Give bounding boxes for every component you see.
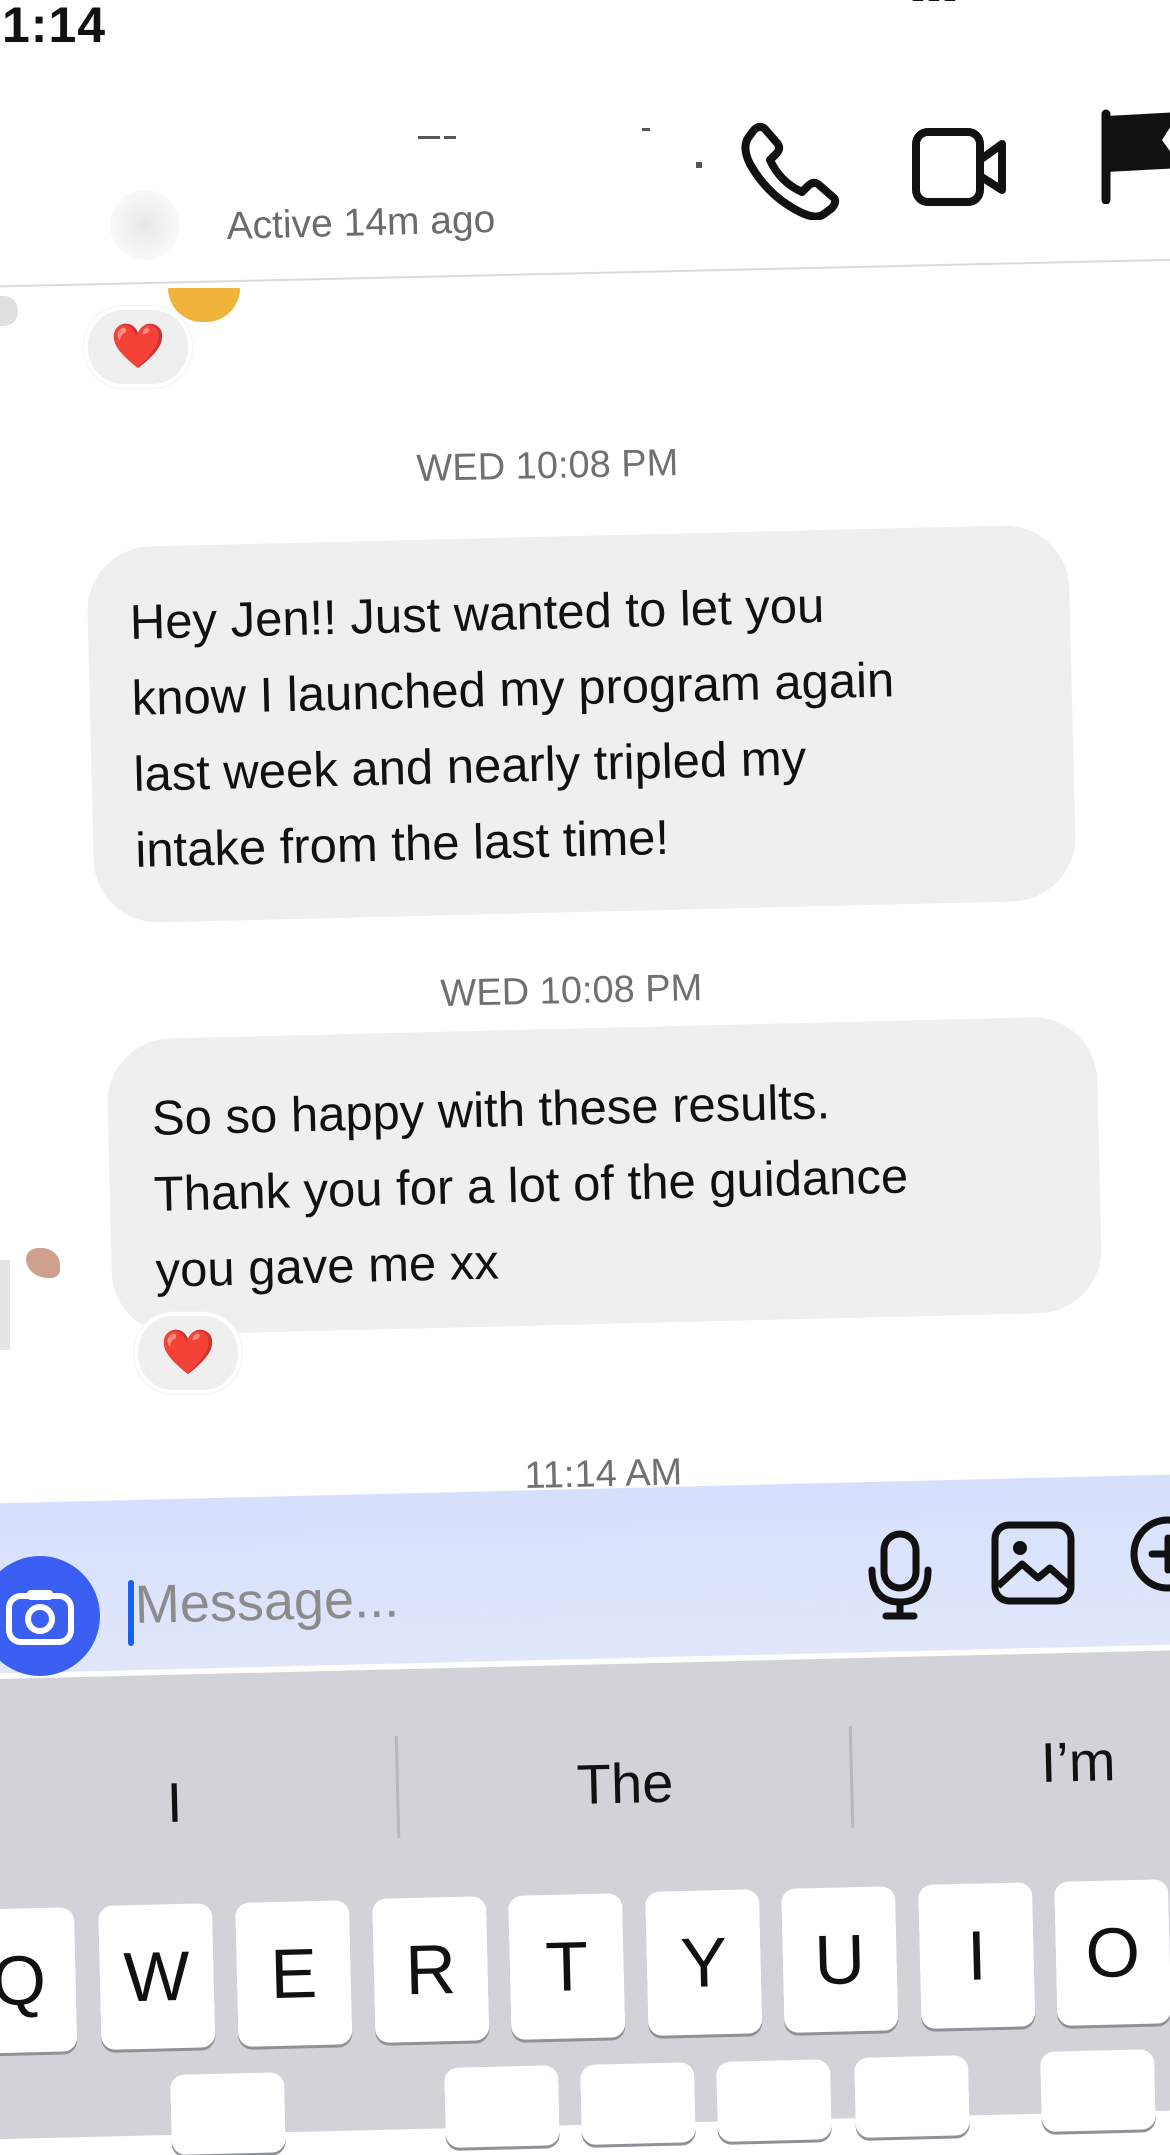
heart-icon: ❤️ <box>160 1328 216 1377</box>
heart-reaction[interactable]: ❤️ <box>84 306 192 388</box>
avatar[interactable] <box>0 1240 60 1350</box>
plus-icon[interactable] <box>1128 1514 1170 1594</box>
key-u[interactable]: U <box>781 1886 899 2033</box>
key-r[interactable]: R <box>372 1896 490 2043</box>
microphone-icon[interactable] <box>864 1530 936 1620</box>
active-status: Active 14m ago <box>226 197 496 248</box>
key[interactable] <box>1040 2049 1156 2132</box>
key[interactable] <box>854 2055 970 2138</box>
heart-icon: ❤️ <box>110 322 166 371</box>
message-bubble[interactable]: So so happy with these results. Thank yo… <box>106 1015 1103 1336</box>
key[interactable] <box>444 2065 560 2148</box>
key[interactable] <box>716 2059 832 2142</box>
message-timestamp: WED 10:08 PM <box>416 442 679 490</box>
text-cursor <box>128 1580 134 1646</box>
key-i[interactable]: I <box>918 1882 1036 2029</box>
key-q[interactable]: Q <box>0 1907 78 2054</box>
video-camera-icon[interactable] <box>910 118 1010 218</box>
contact-avatar[interactable] <box>110 190 180 260</box>
message-input[interactable] <box>134 1555 736 1640</box>
flag-icon[interactable] <box>1090 104 1170 204</box>
gallery-icon[interactable] <box>990 1520 1076 1606</box>
contact-name-redacted <box>410 128 710 168</box>
key-e[interactable]: E <box>235 1900 353 2047</box>
message-bubble[interactable]: Hey Jen!! Just wanted to let you know I … <box>86 524 1077 924</box>
key-y[interactable]: Y <box>645 1889 763 2036</box>
suggestion[interactable]: I <box>166 1770 183 1835</box>
status-time: 1:14 <box>2 0 107 53</box>
suggestion[interactable]: The <box>576 1750 674 1817</box>
phone-icon[interactable] <box>740 120 840 220</box>
avatar <box>0 296 18 326</box>
heart-reaction[interactable]: ❤️ <box>134 1312 242 1394</box>
key-o[interactable]: O <box>1054 1879 1170 2026</box>
key[interactable] <box>580 2062 696 2145</box>
signal-icon <box>912 0 982 2</box>
key[interactable] <box>170 2072 286 2155</box>
message-timestamp: WED 10:08 PM <box>440 967 703 1015</box>
camera-icon <box>6 1590 74 1645</box>
key-t[interactable]: T <box>508 1893 626 2040</box>
key-w[interactable]: W <box>98 1903 216 2050</box>
suggestion[interactable]: I’m <box>1040 1728 1116 1795</box>
